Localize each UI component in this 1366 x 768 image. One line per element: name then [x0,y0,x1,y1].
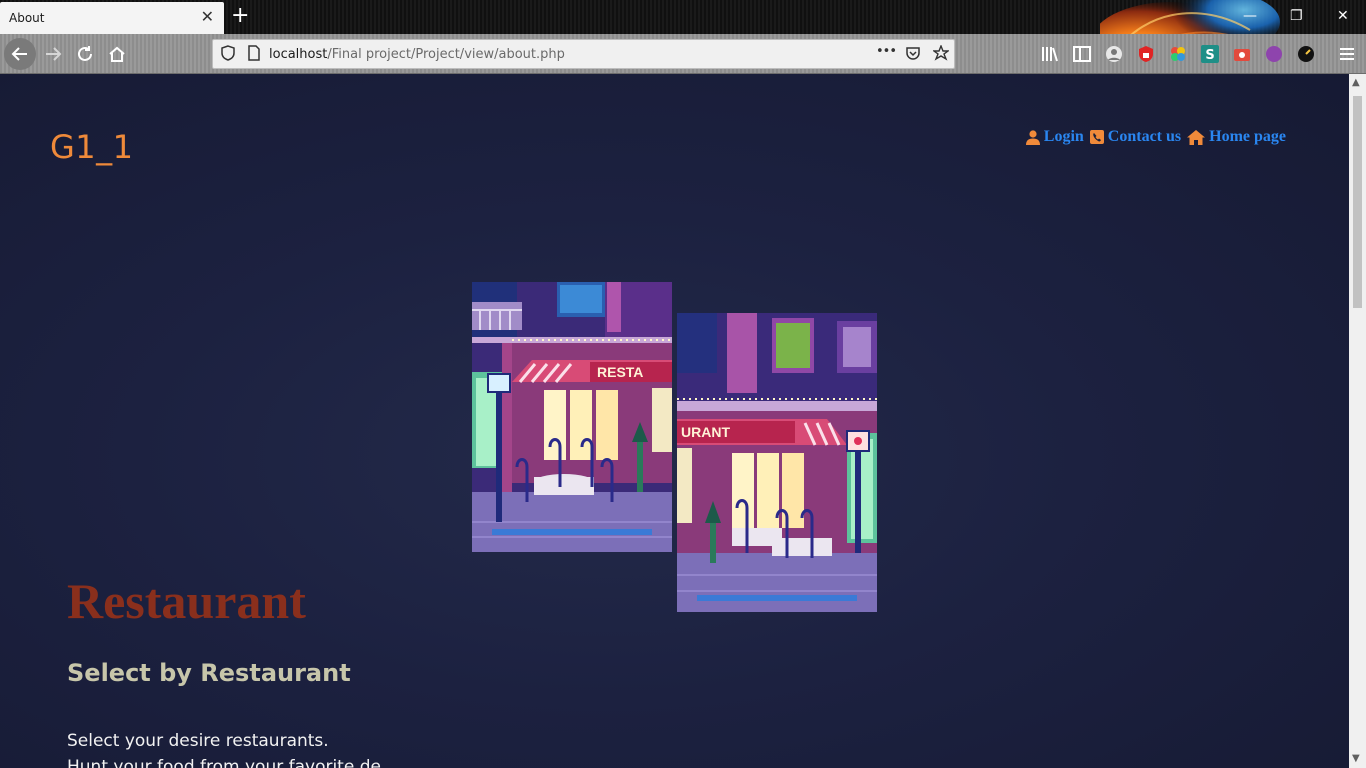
reload-button[interactable] [70,39,100,69]
window-minimize-button[interactable]: — [1243,7,1257,25]
account-icon[interactable] [1105,45,1123,63]
new-tab-button[interactable]: + [231,5,249,27]
window-restore-button[interactable]: ❐ [1290,7,1303,25]
extension-dark-icon[interactable] [1297,45,1315,63]
page-title: Restaurant [67,573,306,629]
home-icon [1187,129,1206,145]
tab-title: About [9,11,45,25]
home-icon [109,46,125,62]
site-logo[interactable]: G1_1 [50,128,134,166]
arrow-right-icon [46,47,62,61]
browser-tab-bar: About ✕ + — ❐ ✕ [0,0,1366,74]
reload-icon [78,46,92,61]
arrow-left-icon [11,47,27,61]
page-scrollbar[interactable]: ▲ ▼ [1349,74,1366,768]
tab-close-icon[interactable]: ✕ [201,9,214,25]
hamburger-menu-icon[interactable] [1338,45,1356,63]
extension-camera-icon[interactable] [1233,45,1251,63]
url-text: localhost/Final project/Project/view/abo… [269,47,565,62]
extension-puzzle-icon[interactable] [1265,45,1283,63]
library-icon[interactable] [1041,45,1059,63]
top-navigation: Login Contact us Home page [1025,128,1286,146]
tracking-shield-icon[interactable] [221,45,235,65]
pocket-icon[interactable] [905,45,921,65]
nav-contact-label: Contact us [1107,128,1182,145]
back-button[interactable] [4,38,36,70]
url-path: /Final project/Project/view/about.php [327,46,565,62]
nav-home-label: Home page [1209,128,1286,145]
user-icon [1025,129,1040,145]
browser-nav-bar: localhost/Final project/Project/view/abo… [0,34,1366,74]
sidebar-icon[interactable] [1073,45,1091,63]
scroll-down-icon[interactable]: ▼ [1352,754,1360,764]
restaurant-illustration-left: RESTA [472,282,672,552]
address-bar[interactable]: localhost/Final project/Project/view/abo… [212,39,955,69]
page-info-icon[interactable] [247,45,261,65]
nav-home-link[interactable]: Home page [1187,128,1286,146]
window-close-button[interactable]: ✕ [1337,7,1349,25]
scrollbar-thumb[interactable] [1353,96,1362,308]
nav-login-label: Login [1043,128,1084,145]
forward-button[interactable] [38,39,68,69]
phone-icon [1089,130,1104,144]
extension-lock-icon[interactable] [1137,45,1155,63]
page-viewport: G1_1 Login Contact us Home page RESTA UR… [0,74,1349,768]
home-button[interactable] [102,39,132,69]
svg-text:RESTA: RESTA [597,364,643,380]
url-host: localhost [269,46,328,62]
nav-login-link[interactable]: Login [1025,128,1084,146]
svg-text:URANT: URANT [681,424,730,440]
nav-contact-link[interactable]: Contact us [1089,128,1182,146]
extension-s-icon[interactable]: S [1201,45,1219,63]
extension-colorful-icon[interactable] [1169,45,1187,63]
page-subtitle: Select by Restaurant [67,659,351,687]
intro-paragraph-2: Hunt your food from your favorite de [67,757,381,768]
scroll-up-icon[interactable]: ▲ [1352,78,1360,88]
restaurant-illustration-right: URANT [677,313,877,612]
svg-text:S: S [1205,48,1214,63]
intro-paragraph-1: Select your desire restaurants. [67,731,329,751]
browser-tab-about[interactable]: About ✕ [0,2,224,34]
page-actions-menu-icon[interactable]: ••• [876,44,897,59]
bookmark-star-icon[interactable] [931,44,951,65]
